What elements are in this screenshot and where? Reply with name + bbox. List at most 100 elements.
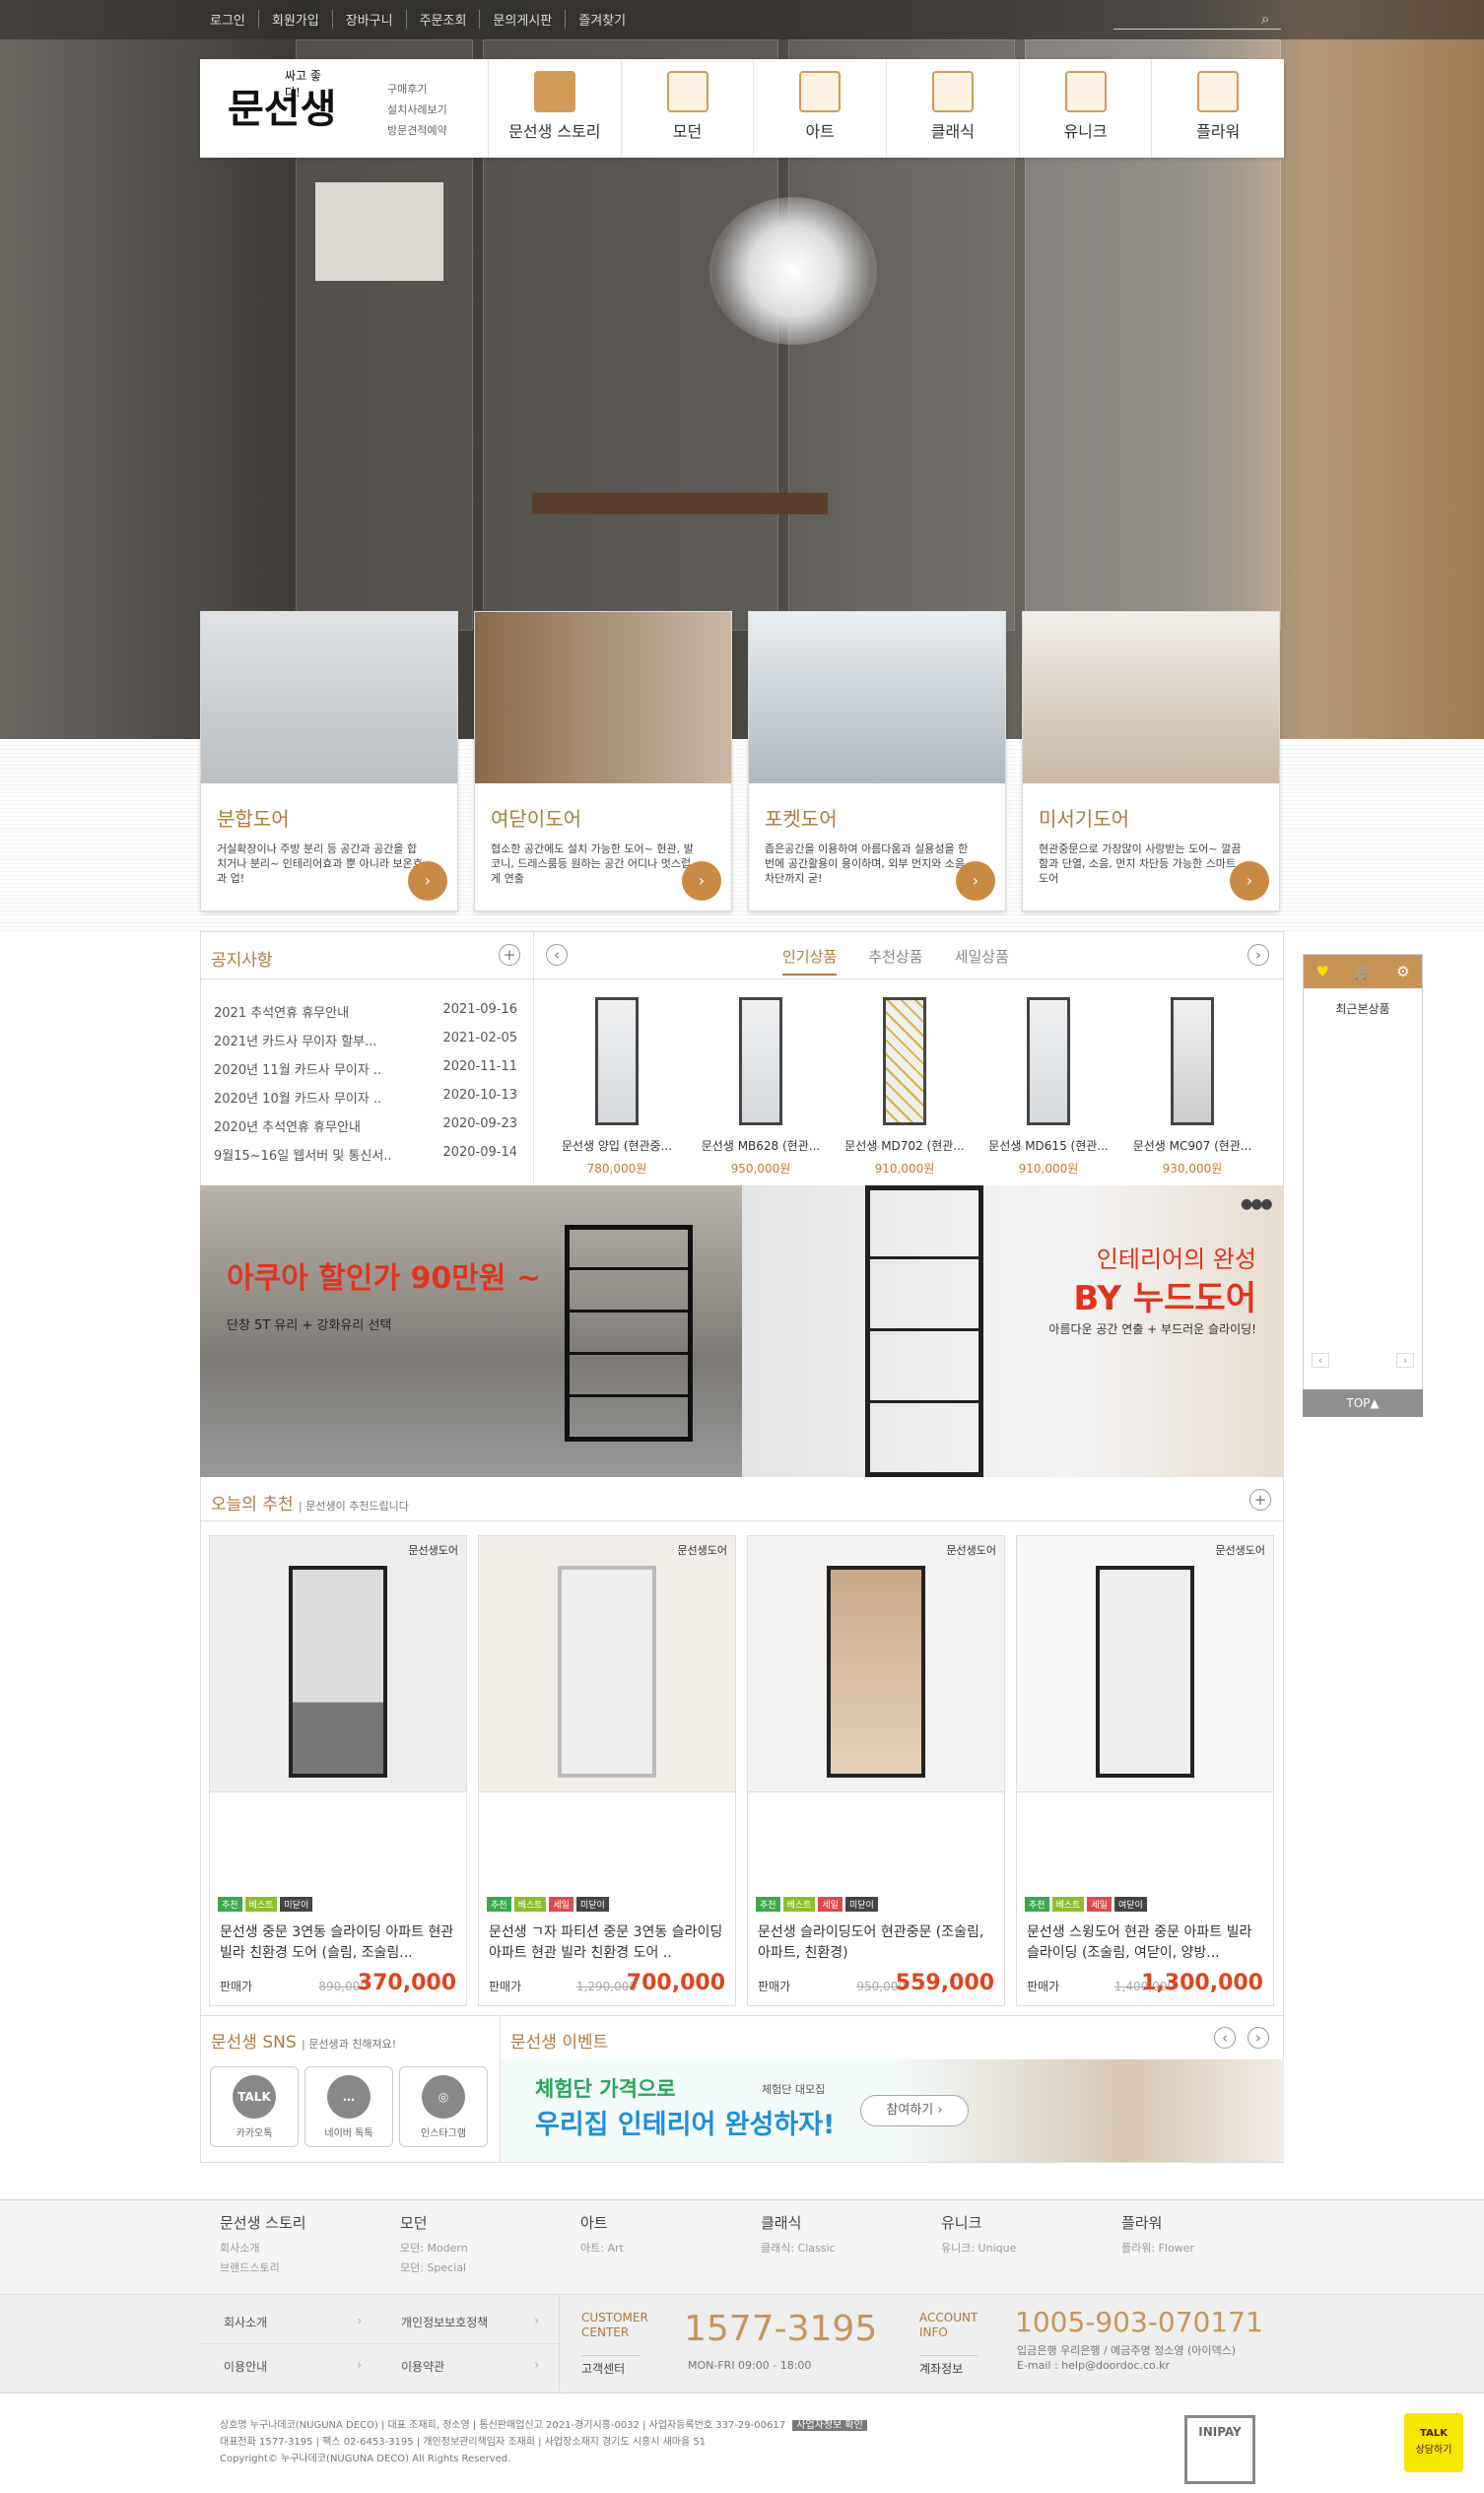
- recommend-item[interactable]: 문선생도어 추천 베스트 세일 미닫이 문선생 슬라이딩도어 현관중문 (조술림, 아…: [747, 1535, 1005, 2006]
- banner-right-title1: 인테리어의 완성: [1096, 1246, 1256, 1273]
- banner-right-sub: 아름다운 공간 연출 + 부드러운 슬라이딩!: [1048, 1322, 1256, 1336]
- product-item[interactable]: 문선생 MD702 (현관... 910,000원: [833, 997, 977, 1177]
- card-miseogi[interactable]: 미서기도어 현관중문으로 가장많이 사랑받는 도어~ 깔끔함과 단열, 소음, 먼…: [1022, 611, 1280, 911]
- side-icons: ♥ 🛒 ⚙: [1304, 955, 1422, 988]
- badges: 추천 베스트 세일 여닫이: [1025, 1897, 1147, 1912]
- recommend-item[interactable]: 문선생도어 추천 베스트 미닫이 문선생 중문 3연동 슬라이딩 아파트 현관 빌라…: [209, 1535, 467, 2006]
- cc-link[interactable]: 고객센터: [581, 2355, 641, 2377]
- divider: [200, 1520, 1284, 1521]
- product-item[interactable]: 문선생 MD615 (현관... 910,000원: [977, 997, 1120, 1177]
- footer-col[interactable]: 클래식 클래식: Classic: [761, 2212, 941, 2278]
- flower-icon: [1197, 71, 1240, 112]
- menu-modern[interactable]: 모던: [620, 59, 754, 158]
- menu-story[interactable]: 문선생 스토리: [488, 59, 621, 158]
- review-link[interactable]: 구매후기: [387, 79, 447, 100]
- guide-link[interactable]: 이용안내 ›: [224, 2358, 362, 2375]
- inipay-logo: INIPAY: [1184, 2415, 1255, 2484]
- recommend-item[interactable]: 문선생도어 추천 베스트 세일 여닫이 문선생 스윙도어 현관 중문 아파트 빌라 슬…: [1016, 1535, 1274, 2006]
- notice-more-button[interactable]: +: [499, 944, 520, 966]
- join-link[interactable]: 회원가입: [259, 10, 333, 29]
- list-item[interactable]: 2021 추석연휴 휴무안내 2021-09-16: [214, 1002, 517, 1031]
- product-item[interactable]: 문선생 MB628 (현관... 950,000원: [689, 997, 833, 1177]
- event-line1: 체험단 가격으로: [535, 2077, 676, 2101]
- divider: [200, 978, 533, 979]
- recommend-item[interactable]: 문선생도어 추천 베스트 세일 미닫이 문선생 ㄱ자 파티션 중문 3연동 슬라이딩 …: [478, 1535, 736, 2006]
- recommend-list: 문선생도어 추천 베스트 미닫이 문선생 중문 3연동 슬라이딩 아파트 현관 빌라…: [209, 1535, 1274, 2006]
- product-tabs: 인기상품 추천상품 세일상품: [769, 946, 1023, 976]
- search-icon[interactable]: ⌕: [1261, 10, 1269, 28]
- arrow-right-icon[interactable]: ›: [1230, 861, 1269, 901]
- board-link[interactable]: 문의게시판: [480, 10, 567, 29]
- product-item[interactable]: 문선생 양입 (현관중... 780,000원: [545, 997, 689, 1177]
- recommend-title: 오늘의 추천 | 문선생이 추천드립니다: [211, 1495, 409, 1515]
- terms-link[interactable]: 이용약관 ›: [401, 2358, 539, 2375]
- acc-link[interactable]: 계좌정보: [919, 2355, 978, 2377]
- kakao-chat-button[interactable]: TALK 상담하기: [1404, 2413, 1463, 2472]
- footer-col[interactable]: 문선생 스토리 회사소개 브랜드스토리: [220, 2212, 400, 2278]
- event-badge: 체험단 대모집: [762, 2083, 826, 2096]
- door-image: [865, 1185, 983, 1477]
- prev-arrow-icon[interactable]: ‹: [546, 944, 568, 966]
- product-list: 문선생 양입 (현관중... 780,000원 문선생 MB628 (현관... 9…: [545, 997, 1264, 1177]
- arrow-right-icon[interactable]: ›: [408, 861, 447, 901]
- footer-col[interactable]: 모던 모던: Modern 모던: Special: [400, 2212, 580, 2278]
- divider: [200, 2343, 560, 2344]
- badges: 추천 베스트 세일 미닫이: [487, 1897, 609, 1912]
- footer-col[interactable]: 아트 아트: Art: [580, 2212, 761, 2278]
- next-arrow-icon[interactable]: ›: [1248, 2027, 1269, 2049]
- naver-talk-button[interactable]: … 네이버 톡톡: [304, 2066, 393, 2147]
- next-arrow-icon[interactable]: ›: [1248, 944, 1269, 966]
- card-yeodat[interactable]: 여닫이도어 협소한 공간에도 설치 가능한 도어~ 현관, 발코니, 드레스룸등 …: [474, 611, 732, 911]
- visit-link[interactable]: 방문견적예약: [387, 120, 447, 141]
- menu-art[interactable]: 아트: [753, 59, 886, 158]
- prev-arrow-icon[interactable]: ‹: [1312, 1353, 1329, 1368]
- logo[interactable]: 싸고 좋다! 문선생: [228, 69, 336, 134]
- cc-label: CUSTOMER CENTER: [581, 2311, 648, 2339]
- divider: [533, 931, 534, 1185]
- menu-classic[interactable]: 클래식: [886, 59, 1019, 158]
- heart-icon[interactable]: ♥: [1315, 963, 1328, 980]
- next-arrow-icon[interactable]: ›: [1396, 1353, 1414, 1368]
- slider-dots[interactable]: ●●●: [1241, 1196, 1273, 1212]
- footer-col[interactable]: 유니크 유니크: Unique: [941, 2212, 1121, 2278]
- product-item[interactable]: 문선생 MC907 (현관... 930,000원: [1120, 997, 1264, 1177]
- tab-popular[interactable]: 인기상품: [782, 948, 838, 976]
- install-link[interactable]: 설치사례보기: [387, 100, 447, 120]
- search-input[interactable]: [1113, 8, 1281, 30]
- product-image: [739, 997, 782, 1125]
- recommend-more-button[interactable]: +: [1249, 1489, 1271, 1511]
- company-link[interactable]: 회사소개 ›: [224, 2314, 362, 2330]
- arrow-right-icon[interactable]: ›: [682, 861, 721, 901]
- biz-info-button[interactable]: 사업자정보 확인: [792, 2420, 867, 2431]
- cart-link[interactable]: 장바구니: [333, 10, 407, 29]
- cart-icon[interactable]: 🛒: [1354, 963, 1373, 980]
- main-nav: 싸고 좋다! 문선생 구매후기 설치사례보기 방문견적예약 문선생 스토리 모던 …: [200, 59, 1284, 158]
- card-bunhap[interactable]: 분합도어 거실확장이나 주방 분리 등 공간과 공간을 합치거나 분리~ 인테리어…: [200, 611, 458, 911]
- door-image: [565, 1225, 693, 1442]
- product-image: 문선생도어: [210, 1536, 466, 1792]
- card-pocket[interactable]: 포켓도어 좁은공간을 이용하여 아름다움과 실용성을 한번에 공간활용이 용이하며…: [748, 611, 1006, 911]
- list-item[interactable]: 2020년 10월 카드사 무이자 .. 2020-10-13: [214, 1088, 517, 1116]
- tab-recommend[interactable]: 추천상품: [868, 948, 922, 966]
- instagram-button[interactable]: ◎ 인스타그램: [399, 2066, 488, 2147]
- menu-unique[interactable]: 유니크: [1018, 59, 1152, 158]
- order-link[interactable]: 주문조회: [407, 10, 481, 29]
- list-item[interactable]: 2020년 추석연휴 휴무안내 2020-09-23: [214, 1116, 517, 1145]
- footer-col[interactable]: 플라워 플라워: Flower: [1121, 2212, 1302, 2278]
- event-join-button[interactable]: 참여하기 ›: [860, 2095, 969, 2126]
- arrow-right-icon[interactable]: ›: [956, 861, 995, 901]
- gear-icon[interactable]: ⚙: [1396, 963, 1409, 980]
- email: E-mail : help@doordoc.co.kr: [1017, 2359, 1170, 2372]
- login-link[interactable]: 로그인: [197, 10, 259, 29]
- top-button[interactable]: TOP▲: [1303, 1389, 1423, 1417]
- tab-sale[interactable]: 세일상품: [955, 948, 1009, 966]
- list-item[interactable]: 2021년 카드사 무이자 할부... 2021-02-05: [214, 1031, 517, 1059]
- list-item[interactable]: 2020년 11월 카드사 무이자 .. 2020-11-11: [214, 1059, 517, 1088]
- privacy-link[interactable]: 개인정보보호정책 ›: [401, 2314, 539, 2330]
- prev-arrow-icon[interactable]: ‹: [1214, 2027, 1236, 2049]
- menu-flower[interactable]: 플라워: [1151, 59, 1284, 158]
- footer-company: 상호명 누구나데코(NUGUNA DECO) | 대표 조재희, 정소영 | 통…: [0, 2392, 1484, 2493]
- kakao-button[interactable]: TALK 카카오톡: [210, 2066, 299, 2147]
- bookmark-link[interactable]: 즐겨찾기: [566, 10, 639, 29]
- list-item[interactable]: 9월15~16일 웹서버 및 통신서.. 2020-09-14: [214, 1145, 517, 1174]
